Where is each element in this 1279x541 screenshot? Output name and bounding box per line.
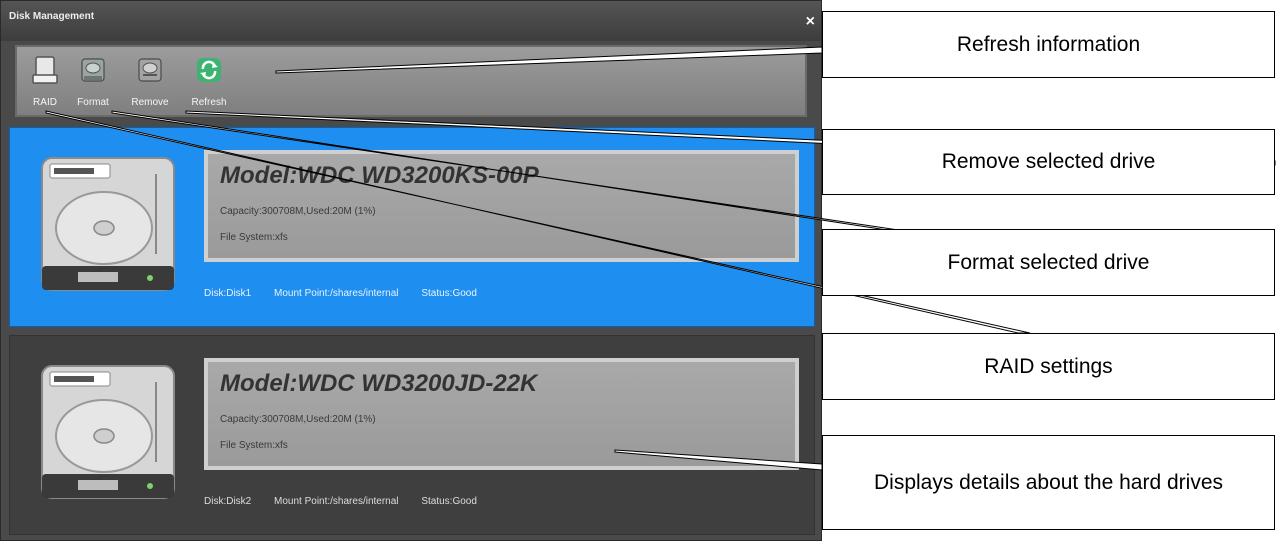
remove-icon <box>138 58 162 82</box>
drive-status-line: Disk:Disk2 Mount Point:/shares/internal … <box>204 496 497 507</box>
drive-disk-name: Disk:Disk1 <box>204 288 252 299</box>
disk-management-window: Disk Management × RAID Format Remove Ref… <box>0 0 822 541</box>
close-button[interactable]: × <box>806 13 815 31</box>
refresh-button[interactable]: Refresh <box>181 47 237 115</box>
title-bar: Disk Management × <box>1 1 821 41</box>
drive-capacity: Capacity:300708M,Used:20M (1%) <box>220 414 376 425</box>
drive-disk-name: Disk:Disk2 <box>204 496 252 507</box>
hard-drive-icon <box>41 365 175 499</box>
drive-model: Model:WDC WD3200JD-22K <box>220 370 538 397</box>
toolbar: RAID Format Remove Refresh <box>15 45 807 117</box>
format-button[interactable]: Format <box>69 47 117 115</box>
callout-raid: RAID settings <box>822 333 1275 400</box>
drive-info-box: Model:WDC WD3200JD-22K Capacity:300708M,… <box>204 358 799 470</box>
drive-file-system: File System:xfs <box>220 440 288 451</box>
raid-icon <box>32 56 58 84</box>
drive-capacity: Capacity:300708M,Used:20M (1%) <box>220 206 376 217</box>
drive-status-line: Disk:Disk1 Mount Point:/shares/internal … <box>204 288 497 299</box>
remove-button[interactable]: Remove <box>123 47 177 115</box>
callout-remove: Remove selected drive <box>822 129 1275 195</box>
format-icon <box>81 58 105 82</box>
drive-mount-point: Mount Point:/shares/internal <box>274 288 399 299</box>
callout-format: Format selected drive <box>822 229 1275 296</box>
callout-refresh: Refresh information <box>822 11 1275 78</box>
raid-button[interactable]: RAID <box>25 47 65 115</box>
drive-status: Status:Good <box>421 496 477 507</box>
remove-label: Remove <box>131 97 169 108</box>
callout-details: Displays details about the hard drives <box>822 435 1275 530</box>
drive-status: Status:Good <box>421 288 477 299</box>
drive-panel-disk1[interactable]: Model:WDC WD3200KS-00P Capacity:300708M,… <box>9 127 815 327</box>
refresh-label: Refresh <box>191 97 227 108</box>
refresh-icon <box>197 58 221 82</box>
drive-file-system: File System:xfs <box>220 232 288 243</box>
raid-label: RAID <box>33 97 57 108</box>
window-title: Disk Management <box>9 11 95 22</box>
hard-drive-icon <box>41 157 175 291</box>
drive-model: Model:WDC WD3200KS-00P <box>220 162 539 189</box>
drive-info-box: Model:WDC WD3200KS-00P Capacity:300708M,… <box>204 150 799 262</box>
drive-panel-disk2[interactable]: Model:WDC WD3200JD-22K Capacity:300708M,… <box>9 335 815 535</box>
format-label: Format <box>77 97 109 108</box>
drive-mount-point: Mount Point:/shares/internal <box>274 496 399 507</box>
